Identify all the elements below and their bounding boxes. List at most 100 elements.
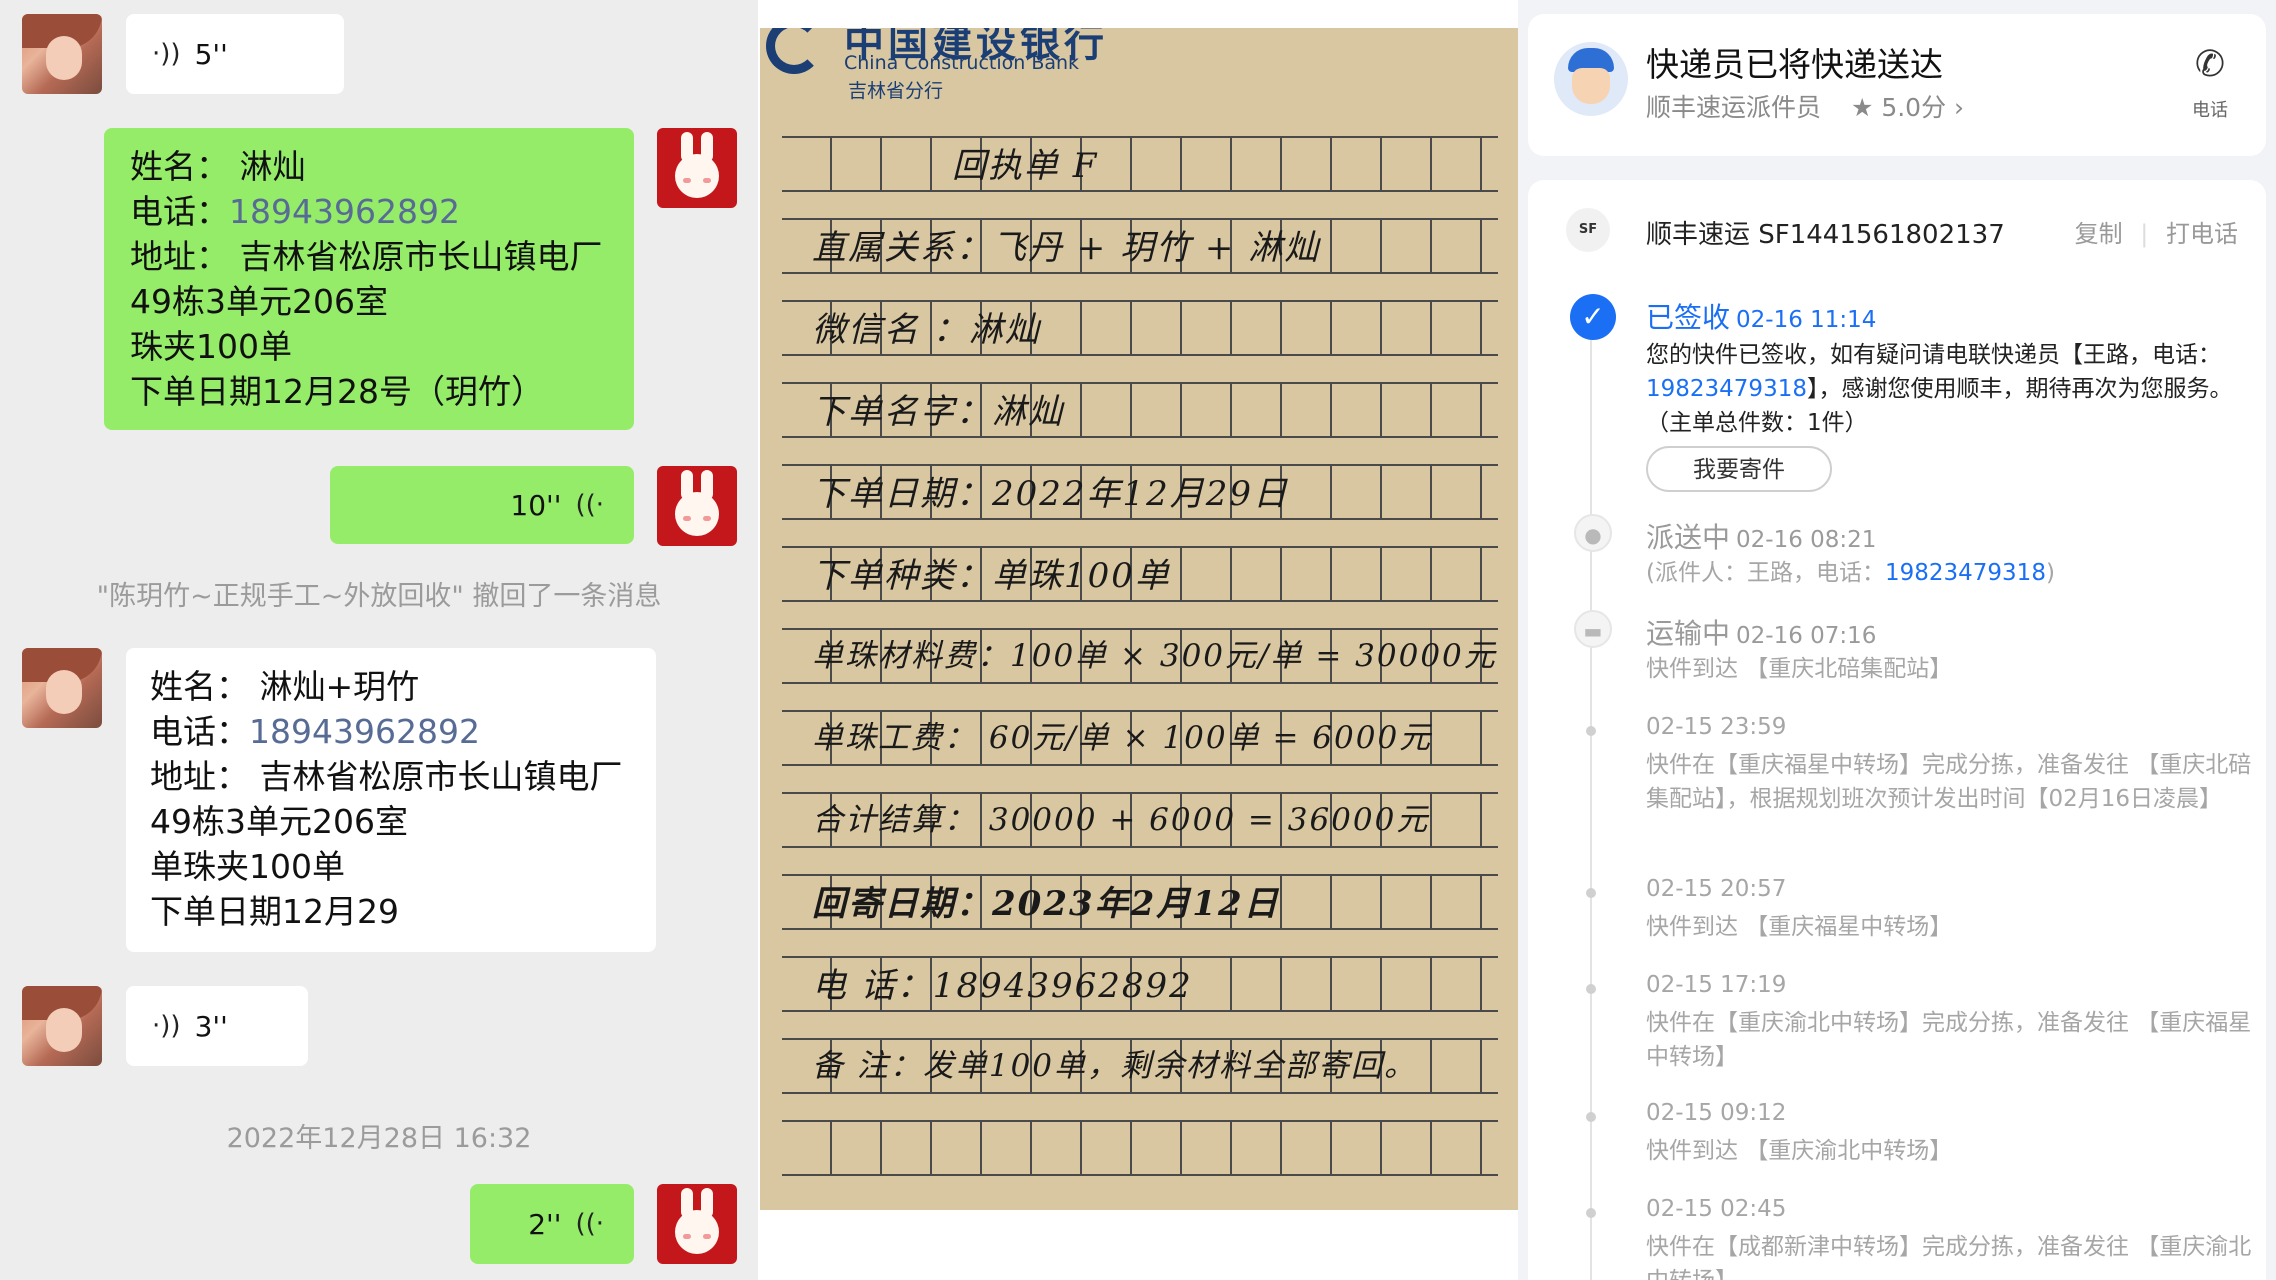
event-dispatch-desc: (派件人：王路，电话：19823479318) (1646, 556, 2256, 590)
phone-link[interactable]: 18943962892 (249, 712, 480, 751)
event-transit-header: 运输中 02-16 07:16 (1646, 612, 1876, 652)
voice-duration: 2'' (528, 1207, 562, 1241)
order-message-2[interactable]: 姓名： 淋灿+玥竹 电话：18943962892 地址： 吉林省松原市长山镇电厂… (126, 648, 656, 952)
event-dispatch-header: 派送中 02-16 08:21 (1646, 516, 1876, 556)
voice-message-incoming[interactable]: ·)) 3'' (126, 986, 308, 1066)
order-address-2: 49栋3单元206室 (130, 282, 388, 321)
order-address: 地址： 吉林省松原市长山镇电厂 (150, 757, 623, 796)
courier-role: 顺丰速运派件员 (1646, 93, 1822, 122)
contact-avatar[interactable] (22, 648, 102, 728)
event-time: 02-15 20:57 (1646, 876, 1787, 902)
receipt-line: 回执单 F (952, 146, 1099, 186)
voice-message-outgoing[interactable]: 10'' ((· (330, 466, 634, 544)
grid-row: 下单种类：单珠100单 (782, 546, 1498, 602)
order-phone-line: 电话：18943962892 (150, 709, 656, 754)
order-item: 珠夹100单 (130, 327, 292, 366)
voice-wave-icon: ·)) (152, 1010, 181, 1041)
grid-row: 合计结算： 30000 + 6000 = 36000元 (782, 792, 1498, 848)
courier-person-icon: ● (1574, 514, 1612, 552)
order-date: 下单日期12月28号（玥竹） (130, 372, 544, 411)
timeline-dot (1586, 726, 1596, 736)
call-button[interactable]: 打电话 (2166, 220, 2238, 248)
sf-logo-icon: SF (1566, 208, 1610, 252)
copy-button[interactable]: 复制 (2075, 220, 2123, 248)
phone-icon[interactable]: ✆ (2180, 44, 2240, 85)
phone-label: 电话： (130, 192, 229, 231)
timeline-dot (1586, 888, 1596, 898)
event-time: 02-15 23:59 (1646, 714, 1787, 740)
receipt-line: 微信名 ：淋灿 (812, 310, 1041, 350)
grid-row (782, 1120, 1498, 1176)
order-address-2: 49栋3单元206室 (150, 802, 408, 841)
event-status: 派送中 (1646, 521, 1731, 554)
event-signed-header: 已签收 02-16 11:14 (1646, 296, 1876, 336)
order-date: 下单日期12月29 (150, 892, 399, 931)
phone-label: 电话： (150, 712, 249, 751)
desc-text: 您的快件已签收，如有疑问请电联快递员【王路，电话： (1646, 342, 2221, 368)
order-item: 单珠夹100单 (150, 847, 345, 886)
receipt-line: 合计结算： 30000 + 6000 = 36000元 (812, 802, 1430, 838)
event-signed-desc: 您的快件已签收，如有疑问请电联快递员【王路，电话：19823479318】，感谢… (1646, 338, 2256, 440)
timeline-dot (1586, 984, 1596, 994)
desc-text: (派件人：王路，电话： (1646, 560, 1885, 586)
receipt-line: 电 话：18943962892 (812, 966, 1193, 1006)
waybill-actions: 复制 | 打电话 (2074, 220, 2238, 248)
grid-row: 单珠工费： 60元/单 × 100单 = 6000元 (782, 710, 1498, 766)
event-time: 02-16 11:14 (1736, 307, 1877, 333)
chat-panel: ·)) 5'' 姓名： 淋灿 电话：18943962892 地址： 吉林省松原市… (0, 0, 758, 1280)
event-time: 02-16 08:21 (1736, 527, 1877, 553)
voice-duration: 10'' (510, 488, 562, 522)
event-time: 02-15 17:19 (1646, 972, 1787, 998)
tracking-panel: 快递员已将快递送达 顺丰速运派件员 ★ 5.0分 › ✆ 电话 SF 顺丰速运 … (1518, 0, 2276, 1280)
timeline-line (1590, 320, 1592, 1280)
courier-avatar[interactable] (1554, 42, 1628, 116)
desc-text: ) (2045, 560, 2055, 586)
grid-row: 单珠材料费：100单 × 300元/单 = 30000元 (782, 628, 1498, 684)
receipt-line: 单珠工费： 60元/单 × 100单 = 6000元 (812, 720, 1433, 756)
contact-avatar[interactable] (22, 14, 102, 94)
receipt-photo-panel: 中国建设银行 China Construction Bank 吉林省分行 回执单… (758, 0, 1518, 1280)
event-desc: 快件到达 【重庆福星中转场】 (1646, 914, 1953, 940)
event-status: 运输中 (1646, 617, 1731, 650)
bank-name-en: China Construction Bank (844, 52, 1080, 74)
voice-message-incoming[interactable]: ·)) 5'' (126, 14, 344, 94)
grid-row: 电 话：18943962892 (782, 956, 1498, 1012)
courier-card: 快递员已将快递送达 顺丰速运派件员 ★ 5.0分 › ✆ 电话 (1528, 14, 2266, 156)
grid-row: 微信名 ：淋灿 (782, 300, 1498, 356)
phone-link[interactable]: 18943962892 (229, 192, 460, 231)
courier-phone-link[interactable]: 19823479318 (1646, 376, 1807, 402)
courier-rating[interactable]: ★ 5.0分 › (1851, 93, 1964, 122)
my-avatar[interactable] (657, 1184, 737, 1264)
receipt-sheet: 中国建设银行 China Construction Bank 吉林省分行 回执单… (760, 28, 1518, 1210)
receipt-line: 直属关系：飞丹 + 玥竹 + 淋灿 (812, 228, 1321, 268)
delivery-status-title: 快递员已将快递送达 (1646, 45, 1943, 84)
voice-message-outgoing[interactable]: 2'' ((· (470, 1184, 634, 1264)
event-time: 02-16 07:16 (1736, 623, 1877, 649)
grid-row: 回寄日期：2023年2月12日 (782, 874, 1498, 930)
grid-row: 回执单 F (782, 136, 1498, 192)
ccb-logo-icon (766, 28, 822, 74)
contact-avatar[interactable] (22, 986, 102, 1066)
my-avatar[interactable] (657, 466, 737, 546)
order-address: 地址： 吉林省松原市长山镇电厂 (130, 237, 603, 276)
tracking-card: SF 顺丰速运 SF1441561802137 复制 | 打电话 ✓ 已签收 02… (1528, 180, 2266, 1280)
event-desc: 快件在【重庆福星中转场】完成分拣，准备发往 【重庆北碚集配站】，根据规划班次预计… (1646, 752, 2252, 812)
voice-wave-icon: ((· (575, 489, 604, 520)
call-courier-label[interactable]: 电话 (2180, 96, 2240, 122)
bank-branch: 吉林省分行 (848, 80, 944, 102)
grid-row: 直属关系：飞丹 + 玥竹 + 淋灿 (782, 218, 1498, 274)
send-package-button[interactable]: 我要寄件 (1646, 446, 1832, 492)
grid-row: 备 注：发单100单，剩余材料全部寄回。 (782, 1038, 1498, 1094)
receipt-line: 备 注：发单100单，剩余材料全部寄回。 (812, 1048, 1418, 1084)
order-message-1[interactable]: 姓名： 淋灿 电话：18943962892 地址： 吉林省松原市长山镇电厂 49… (104, 128, 634, 430)
courier-phone-link[interactable]: 19823479318 (1885, 560, 2046, 586)
chat-timestamp: 2022年12月28日 16:32 (226, 1123, 532, 1154)
event-time: 02-15 02:45 (1646, 1196, 1787, 1222)
my-avatar[interactable] (657, 128, 737, 208)
event-time: 02-15 09:12 (1646, 1100, 1787, 1126)
receipt-line: 下单日期：2022年12月29日 (812, 474, 1290, 514)
voice-duration: 5'' (194, 37, 228, 71)
event-desc: 快件在【成都新津中转场】完成分拣，准备发往 【重庆渝北中转场】 (1646, 1234, 2252, 1280)
voice-duration: 3'' (194, 1009, 228, 1043)
grid-row: 下单日期：2022年12月29日 (782, 464, 1498, 520)
